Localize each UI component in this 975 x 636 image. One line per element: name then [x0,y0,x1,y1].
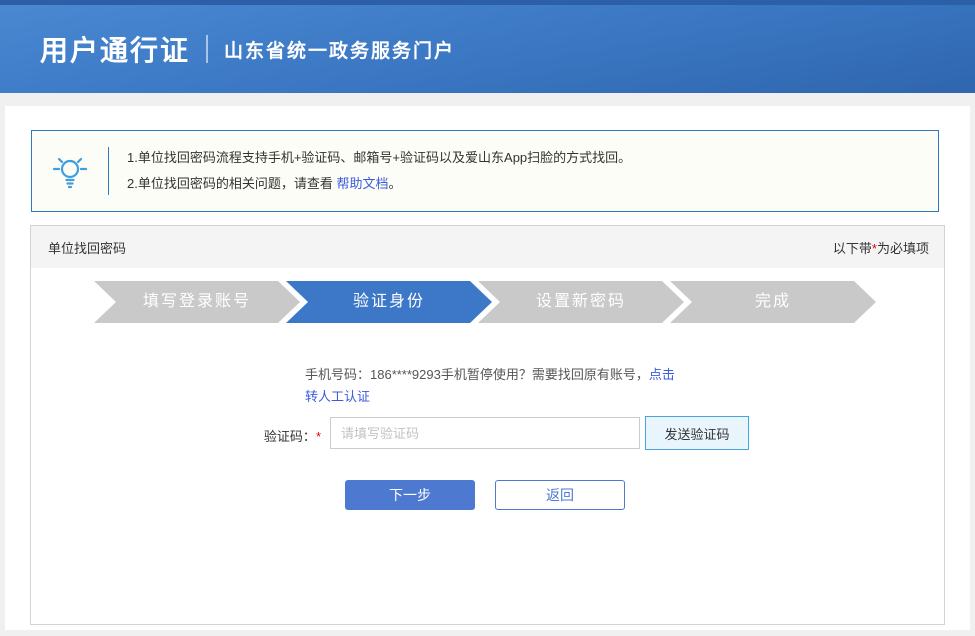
notice-text: 1.单位找回密码流程支持手机+验证码、邮箱号+验证码以及爱山东App扫脸的方式找… [109,145,631,197]
send-code-button[interactable]: 发送验证码 [645,416,749,450]
section-title: 单位找回密码 [48,238,126,257]
card-titlebar: 单位找回密码 以下带*为必填项 [31,226,944,268]
step-wizard: 填写登录账号 验证身份 设置新密码 完成 [94,281,876,323]
header: 用户通行证 山东省统一政务服务门户 [0,5,975,93]
step-set-new-password: 设置新密码 [478,281,684,323]
next-step-button[interactable]: 下一步 [345,480,475,510]
code-label: 验证码：* [171,426,321,445]
required-note: 以下带*为必填项 [833,238,929,257]
lightbulb-icon [32,151,108,191]
app-title: 用户通行证 [40,29,190,69]
step-verify-identity: 验证身份 [286,281,492,323]
password-recovery-card: 单位找回密码 以下带*为必填项 填写登录账号 验证身份 设置新密码 完成 手机号… [30,225,945,625]
verification-code-input[interactable] [330,417,640,449]
step-fill-account: 填写登录账号 [94,281,300,323]
back-button[interactable]: 返回 [495,480,625,510]
required-asterisk: * [316,429,321,444]
phone-info-text: 手机号码：186****9293手机暂停使用？需要找回原有账号，点击转人工认证 [305,364,685,408]
notice-line-1: 1.单位找回密码流程支持手机+验证码、邮箱号+验证码以及爱山东App扫脸的方式找… [127,145,631,171]
header-brand: 用户通行证 山东省统一政务服务门户 [0,29,455,69]
step-complete: 完成 [670,281,876,323]
title-divider [206,35,208,63]
portal-subtitle: 山东省统一政务服务门户 [224,36,455,63]
notice-line-2: 2.单位找回密码的相关问题，请查看 帮助文档。 [127,171,631,197]
notice-box: 1.单位找回密码流程支持手机+验证码、邮箱号+验证码以及爱山东App扫脸的方式找… [31,130,939,212]
help-doc-link[interactable]: 帮助文档 [336,176,388,191]
